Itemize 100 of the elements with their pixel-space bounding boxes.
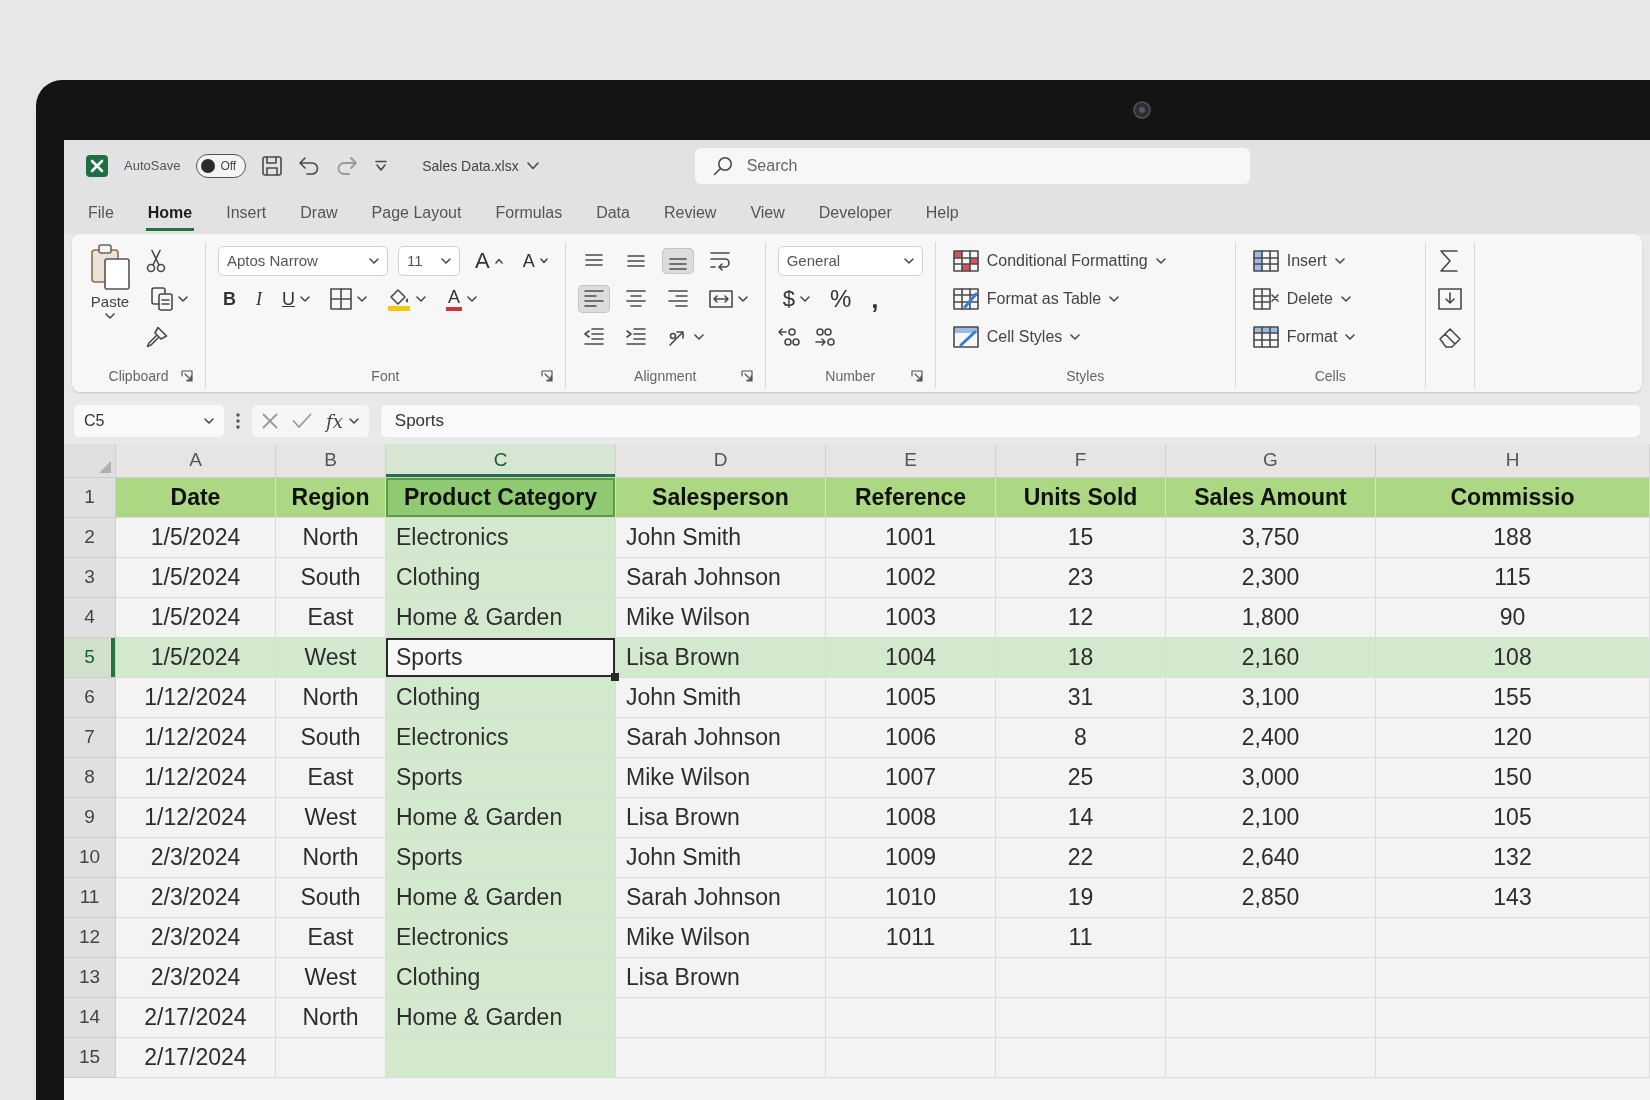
delete-cells-button[interactable]: Delete bbox=[1247, 284, 1356, 314]
scissors-icon[interactable] bbox=[146, 249, 166, 273]
table-cell: Home & Garden bbox=[386, 798, 616, 838]
bold-button[interactable]: B bbox=[218, 286, 241, 312]
table-cell: 3,100 bbox=[1166, 678, 1376, 718]
search-icon bbox=[712, 156, 733, 176]
name-box[interactable]: C5 bbox=[74, 405, 224, 437]
percent-button[interactable]: % bbox=[824, 283, 857, 315]
ribbon-tab[interactable]: View bbox=[748, 195, 787, 231]
dialog-launcher-icon[interactable] bbox=[540, 370, 553, 382]
row-header[interactable]: 1 bbox=[64, 478, 116, 518]
insert-cells-button[interactable]: Insert bbox=[1247, 246, 1350, 276]
search-bar[interactable]: Search bbox=[694, 148, 1250, 184]
align-right-icon bbox=[666, 289, 689, 309]
currency-button[interactable]: $ bbox=[777, 284, 815, 314]
table-cell: 1/12/2024 bbox=[116, 718, 276, 758]
row-header[interactable]: 10 bbox=[64, 838, 116, 878]
align-center-icon bbox=[624, 289, 647, 309]
cancel-icon[interactable] bbox=[262, 413, 278, 429]
dialog-launcher-icon[interactable] bbox=[181, 370, 193, 382]
row-header[interactable]: 3 bbox=[64, 558, 116, 598]
ribbon-tab[interactable]: Home bbox=[145, 195, 195, 231]
dialog-launcher-icon[interactable] bbox=[740, 370, 753, 382]
column-header[interactable]: C bbox=[386, 444, 616, 478]
table-cell: West bbox=[276, 638, 386, 678]
table-cell: Sports bbox=[386, 758, 616, 798]
align-left-button[interactable] bbox=[577, 285, 610, 313]
eraser-icon[interactable] bbox=[1437, 326, 1462, 348]
comma-button[interactable]: , bbox=[866, 282, 884, 316]
vertical-dots-icon[interactable] bbox=[236, 412, 240, 430]
table-brush-icon bbox=[952, 288, 979, 310]
wrap-text-icon bbox=[708, 250, 731, 272]
row-header[interactable]: 6 bbox=[64, 678, 116, 718]
ribbon-tab[interactable]: Review bbox=[661, 195, 719, 231]
table-cell: 132 bbox=[1376, 838, 1650, 878]
row-header[interactable]: 4 bbox=[64, 598, 116, 638]
fill-handle-icon[interactable] bbox=[611, 673, 619, 681]
table-cell: 22 bbox=[996, 838, 1166, 878]
insert-function-button[interactable]: fx bbox=[326, 407, 359, 435]
conditional-formatting-button[interactable]: Conditional Formatting bbox=[947, 246, 1171, 276]
ribbon-tab[interactable]: Data bbox=[594, 195, 632, 231]
row-header[interactable]: 11 bbox=[64, 878, 116, 918]
autosave-toggle[interactable]: Off bbox=[196, 154, 247, 178]
table-cell: 18 bbox=[996, 638, 1166, 678]
font-size-dropdown[interactable]: 11 bbox=[398, 246, 460, 276]
active-cell[interactable]: Sports bbox=[386, 638, 616, 678]
ribbon-tab[interactable]: Page Layout bbox=[369, 195, 464, 231]
paintbrush-icon[interactable] bbox=[146, 326, 168, 348]
underline-button[interactable]: U bbox=[277, 286, 315, 312]
undo-icon[interactable] bbox=[298, 157, 321, 175]
file-name-button[interactable]: Sales Data.xlsx bbox=[422, 155, 539, 177]
row-header[interactable]: 14 bbox=[64, 998, 116, 1038]
caret-icon bbox=[105, 313, 115, 319]
table-cell: 1006 bbox=[826, 718, 996, 758]
ribbon-tab[interactable]: Developer bbox=[816, 195, 894, 231]
header-cell: Units Sold bbox=[996, 478, 1166, 518]
font-color-button[interactable]: A bbox=[441, 283, 482, 315]
row-header[interactable]: 7 bbox=[64, 718, 116, 758]
row-header[interactable]: 5 bbox=[64, 638, 116, 678]
row-header[interactable]: 12 bbox=[64, 918, 116, 958]
ribbon-tab[interactable]: Insert bbox=[224, 195, 269, 231]
shrink-font-button[interactable]: A bbox=[517, 248, 553, 274]
indent-icon bbox=[624, 327, 647, 347]
ribbon-tab[interactable]: Help bbox=[923, 195, 961, 231]
number-format-dropdown[interactable]: General bbox=[777, 246, 923, 276]
paste-button[interactable]: Paste bbox=[84, 242, 136, 364]
ribbon-tab[interactable]: Draw bbox=[298, 195, 340, 231]
ribbon-tab[interactable]: Formulas bbox=[493, 195, 565, 231]
row-header[interactable]: 15 bbox=[64, 1038, 116, 1078]
table-cell: 2,400 bbox=[1166, 718, 1376, 758]
group-label: Cells bbox=[1314, 366, 1346, 386]
align-bottom-button[interactable] bbox=[661, 248, 694, 274]
dropdown-icon[interactable] bbox=[374, 160, 389, 172]
cell-styles-button[interactable]: Cell Styles bbox=[947, 322, 1086, 352]
formula-field[interactable]: Sports bbox=[380, 405, 1640, 437]
grow-font-button[interactable]: A bbox=[470, 246, 508, 276]
font-name-dropdown[interactable]: Aptos Narrow bbox=[218, 246, 388, 276]
table-cell: 1008 bbox=[826, 798, 996, 838]
format-cells-button[interactable]: Format bbox=[1247, 322, 1361, 352]
table-cell: John Smith bbox=[616, 518, 826, 558]
search-field[interactable]: Search bbox=[746, 153, 947, 179]
table-cell: 15 bbox=[996, 518, 1166, 558]
checkmark-icon[interactable] bbox=[292, 413, 312, 429]
dialog-launcher-icon[interactable] bbox=[910, 370, 923, 382]
format-as-table-button[interactable]: Format as Table bbox=[947, 284, 1125, 314]
group-label: Styles bbox=[1066, 366, 1105, 386]
table-cell: 1009 bbox=[826, 838, 996, 878]
italic-button[interactable]: I bbox=[251, 286, 267, 312]
save-icon[interactable] bbox=[262, 156, 283, 176]
ribbon-tab[interactable]: File bbox=[86, 195, 116, 231]
row-header[interactable]: 8 bbox=[64, 758, 116, 798]
table-cell: John Smith bbox=[616, 838, 826, 878]
sum-icon[interactable] bbox=[1437, 249, 1460, 273]
row-header[interactable]: 2 bbox=[64, 518, 116, 558]
table-cell: 1/12/2024 bbox=[116, 758, 276, 798]
down-arrow-box-icon[interactable] bbox=[1437, 288, 1462, 310]
caret-icon bbox=[441, 258, 451, 264]
table-cell: 8 bbox=[996, 718, 1166, 758]
row-header[interactable]: 9 bbox=[64, 798, 116, 838]
row-header[interactable]: 13 bbox=[64, 958, 116, 998]
